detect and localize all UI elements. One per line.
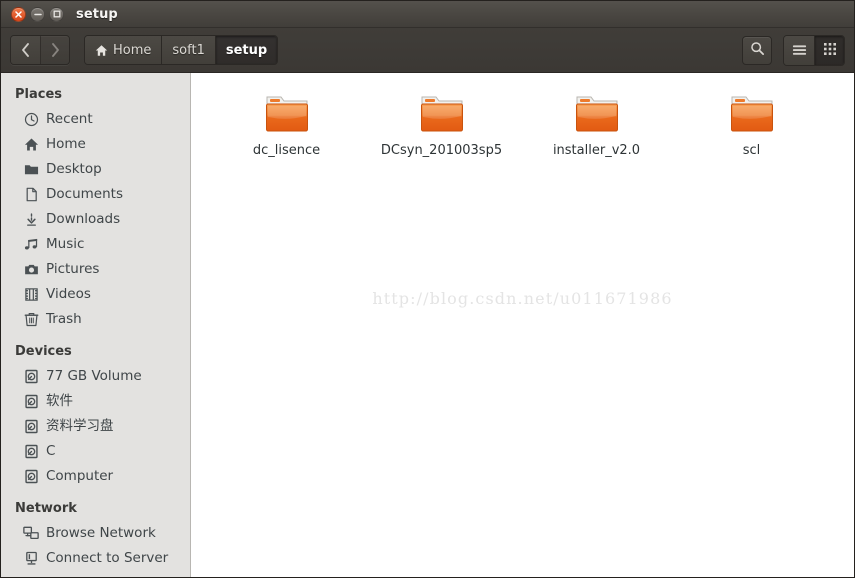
sidebar-item-label: Trash	[46, 310, 82, 327]
navigation-buttons	[10, 35, 70, 65]
window-body: Places Recent Home Desktop Documents Dow…	[1, 73, 854, 577]
sidebar-item-downloads[interactable]: Downloads	[1, 207, 190, 232]
drive-icon	[23, 369, 39, 385]
drive-icon	[23, 444, 39, 460]
sidebar-item-label: 资料学习盘	[46, 417, 114, 434]
sidebar-section-network-title: Network	[15, 501, 77, 516]
sidebar-item-label: Home	[46, 135, 86, 152]
sidebar-item-ziliaoxuexipan[interactable]: 资料学习盘	[1, 414, 190, 439]
music-icon	[23, 237, 39, 253]
folder-icon	[726, 91, 778, 137]
sidebar-item-pictures[interactable]: Pictures	[1, 257, 190, 282]
sidebar-item-music[interactable]: Music	[1, 232, 190, 257]
window-controls	[7, 6, 64, 22]
file-manager-window: setup Home soft1 setup Places Recent Hom…	[0, 0, 855, 578]
forward-button[interactable]	[40, 36, 69, 64]
search-button[interactable]	[742, 35, 772, 65]
file-item[interactable]: DCsyn_201003sp5	[364, 85, 519, 167]
camera-icon	[23, 262, 39, 278]
file-name: installer_v2.0	[552, 143, 641, 158]
server-icon	[23, 551, 39, 567]
sidebar-item-label: 软件	[46, 392, 73, 409]
sidebar-item-label: Music	[46, 235, 85, 252]
close-button[interactable]	[11, 6, 26, 22]
folder-icon	[571, 91, 623, 137]
file-view[interactable]: dc_lisence DCsyn_201003sp5 installer_v2.…	[191, 73, 854, 577]
drive-icon	[23, 394, 39, 410]
grid-view-button[interactable]	[814, 35, 844, 65]
sidebar-item-label: Connect to Server	[46, 549, 169, 566]
breadcrumb-item-home[interactable]: Home	[85, 36, 162, 64]
sidebar-item-label: Downloads	[46, 210, 121, 227]
download-icon	[23, 212, 39, 228]
file-item[interactable]: installer_v2.0	[519, 85, 674, 167]
sidebar-item-label: Pictures	[46, 260, 100, 277]
sidebar: Places Recent Home Desktop Documents Dow…	[1, 73, 191, 577]
sidebar-item-label: C	[46, 442, 56, 459]
file-name: DCsyn_201003sp5	[380, 143, 503, 158]
breadcrumb-label: Home	[113, 42, 152, 58]
list-view-button[interactable]	[784, 35, 814, 65]
film-icon	[23, 287, 39, 303]
trash-icon	[23, 312, 39, 328]
file-item[interactable]: scl	[674, 85, 829, 167]
breadcrumb-item-soft1[interactable]: soft1	[161, 36, 215, 64]
breadcrumb-item-setup[interactable]: setup	[214, 36, 278, 64]
view-mode-buttons	[783, 34, 845, 66]
file-name: dc_lisence	[252, 143, 321, 158]
sidebar-item-computer[interactable]: Computer	[1, 464, 190, 489]
sidebar-item-label: Videos	[46, 285, 91, 302]
sidebar-item-label: Documents	[46, 185, 123, 202]
title-bar: setup	[1, 1, 854, 28]
clock-icon	[23, 112, 39, 128]
network-icon	[23, 526, 39, 542]
window-title: setup	[76, 6, 118, 22]
sidebar-section-places-title: Places	[15, 87, 63, 102]
breadcrumb-label: setup	[225, 42, 268, 58]
folder-icon	[23, 162, 39, 178]
sidebar-item-label: Recent	[46, 110, 93, 127]
breadcrumb-label: soft1	[172, 42, 205, 58]
sidebar-item-trash[interactable]: Trash	[1, 307, 190, 332]
sidebar-item-label: Browse Network	[46, 524, 156, 541]
file-name: scl	[742, 143, 761, 158]
file-item[interactable]: dc_lisence	[209, 85, 364, 167]
toolbar: Home soft1 setup	[1, 28, 854, 73]
sidebar-item-ruanjian[interactable]: 软件	[1, 389, 190, 414]
breadcrumb: Home soft1 setup	[84, 35, 279, 65]
drive-icon	[23, 419, 39, 435]
list-view-icon	[792, 41, 807, 60]
drive-icon	[23, 469, 39, 485]
sidebar-item-label: 77 GB Volume	[46, 367, 142, 384]
toolbar-right-group	[742, 34, 845, 66]
sidebar-item-77-gb-volume[interactable]: 77 GB Volume	[1, 364, 190, 389]
folder-icon	[416, 91, 468, 137]
sidebar-item-connect-to-server[interactable]: Connect to Server	[1, 546, 190, 571]
sidebar-item-label: Computer	[46, 467, 114, 484]
sidebar-item-videos[interactable]: Videos	[1, 282, 190, 307]
sidebar-item-home[interactable]: Home	[1, 132, 190, 157]
watermark-text: http://blog.csdn.net/u011671986	[372, 289, 673, 308]
home-icon	[23, 137, 39, 153]
sidebar-item-desktop[interactable]: Desktop	[1, 157, 190, 182]
minimize-button[interactable]	[30, 6, 45, 22]
sidebar-item-documents[interactable]: Documents	[1, 182, 190, 207]
sidebar-item-label: Desktop	[46, 160, 102, 177]
grid-view-icon	[823, 41, 837, 60]
home-icon	[95, 44, 108, 57]
folder-icon	[261, 91, 313, 137]
sidebar-item-browse-network[interactable]: Browse Network	[1, 521, 190, 546]
search-icon	[750, 41, 765, 60]
sidebar-item-c[interactable]: C	[1, 439, 190, 464]
sidebar-section-devices-title: Devices	[15, 344, 72, 359]
sidebar-item-recent[interactable]: Recent	[1, 107, 190, 132]
icon-grid: dc_lisence DCsyn_201003sp5 installer_v2.…	[191, 73, 854, 167]
document-icon	[23, 187, 39, 203]
back-button[interactable]	[11, 36, 40, 64]
maximize-button[interactable]	[49, 6, 64, 22]
